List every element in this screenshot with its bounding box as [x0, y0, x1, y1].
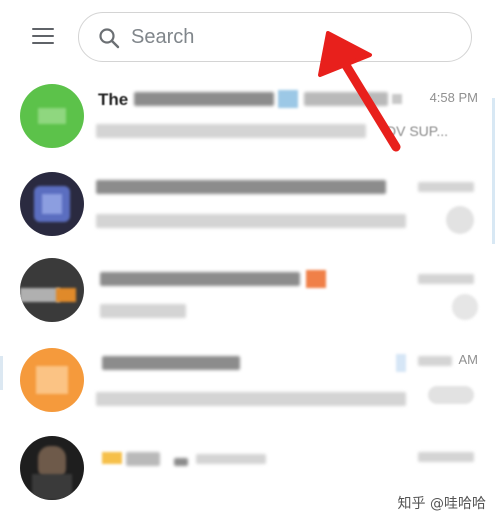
- search-icon: [99, 28, 120, 49]
- chat-title: The: [98, 90, 129, 109]
- chat-title-blurred: [96, 180, 386, 194]
- chat-preview-blurred: [100, 304, 186, 318]
- emoji-icon: [278, 90, 298, 108]
- unread-badge: [452, 294, 478, 320]
- list-edge-accent: [0, 356, 3, 390]
- menu-icon: [32, 28, 54, 30]
- chat-title-blurred: [102, 356, 240, 370]
- chat-title-blurred: [100, 272, 300, 286]
- menu-button[interactable]: [32, 26, 56, 46]
- chat-preview-blurred: [96, 214, 406, 228]
- chat-preview-blurred: [96, 392, 406, 406]
- avatar: [20, 348, 84, 412]
- watermark: 知乎 @哇哈哈: [397, 496, 486, 512]
- unread-badge: [446, 206, 474, 234]
- avatar: [20, 84, 84, 148]
- chat-time: AM: [458, 352, 479, 367]
- search-bar[interactable]: [78, 12, 472, 62]
- unread-badge: [428, 386, 474, 404]
- avatar: [20, 172, 84, 236]
- search-input[interactable]: [131, 21, 451, 53]
- scrollbar[interactable]: [492, 98, 495, 244]
- chat-time: 4:58 PM: [429, 90, 478, 105]
- menu-icon: [32, 42, 54, 44]
- menu-icon: [32, 35, 54, 37]
- chat-title-blurred: [134, 92, 274, 106]
- avatar: [20, 258, 84, 322]
- top-app-bar: [0, 0, 500, 72]
- avatar: [20, 436, 84, 500]
- chat-list-item[interactable]: [0, 160, 500, 246]
- chat-list-item[interactable]: AM: [0, 340, 500, 426]
- chat-preview-blurred: [96, 124, 366, 138]
- chat-title-blurred: [126, 452, 160, 466]
- chat-list-item[interactable]: [0, 250, 500, 336]
- chat-list-item[interactable]: The 4:58 PM DV SUP...: [0, 74, 500, 160]
- mute-icon: [392, 94, 402, 104]
- chat-preview: DV SUP...: [386, 123, 448, 139]
